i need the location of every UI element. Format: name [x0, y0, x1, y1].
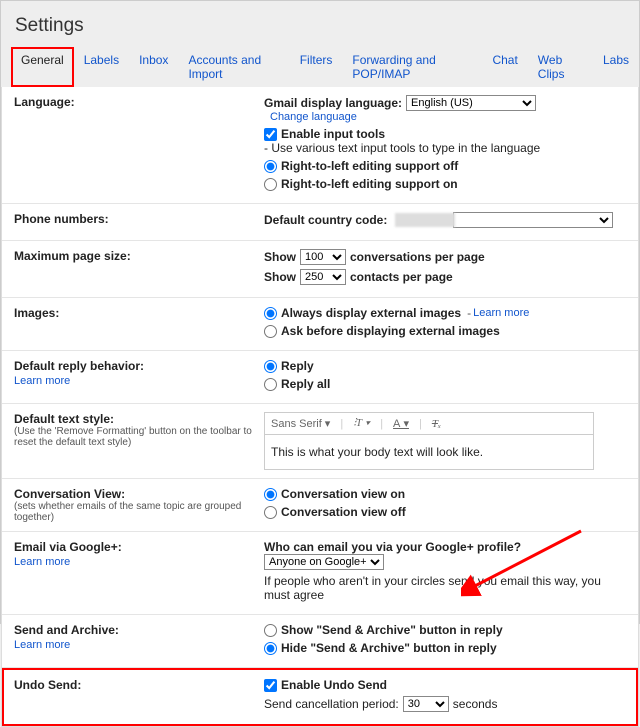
gplus-who-label: Who can email you via your Google+ profi… [264, 540, 521, 554]
tab-inbox[interactable]: Inbox [129, 47, 178, 87]
text-color-dropdown[interactable]: A ▾ [393, 417, 409, 430]
reply-radio[interactable] [264, 360, 277, 373]
gplus-who-select[interactable]: Anyone on Google+ [264, 554, 384, 570]
tab-accounts[interactable]: Accounts and Import [178, 47, 289, 87]
rtl-on-radio[interactable] [264, 178, 277, 191]
undo-enable-label: Enable Undo Send [281, 678, 387, 692]
reply-option-label: Reply [281, 359, 314, 373]
gplus-label: Email via Google+: [14, 540, 264, 554]
country-code-select[interactable] [453, 212, 613, 228]
conv-on-radio[interactable] [264, 488, 277, 501]
undo-period-select[interactable]: 30 [403, 696, 449, 712]
images-ask-label: Ask before displaying external images [281, 324, 500, 338]
conv-off-radio[interactable] [264, 506, 277, 519]
text-toolbar: Sans Serif ▾ | ⫶T ▾ | A ▾ | Tₓ [264, 412, 594, 435]
rtl-off-radio[interactable] [264, 160, 277, 173]
images-always-label: Always display external images [281, 306, 461, 320]
sendarchive-label: Send and Archive: [14, 623, 264, 637]
enable-input-tools-label: Enable input tools [281, 127, 385, 141]
replyall-radio[interactable] [264, 378, 277, 391]
country-code-blur [395, 213, 455, 227]
section-language: Language: Gmail display language: Englis… [2, 87, 638, 204]
undo-cancel-label: Send cancellation period: [264, 697, 399, 711]
section-sendarchive: Send and Archive: Learn more Show "Send … [2, 615, 638, 668]
conversations-suffix: conversations per page [350, 250, 485, 264]
remove-formatting-icon[interactable]: Tₓ [432, 418, 441, 430]
font-family-dropdown[interactable]: Sans Serif ▾ [271, 417, 330, 430]
tab-forwarding[interactable]: Forwarding and POP/IMAP [342, 47, 482, 87]
display-language-select[interactable]: English (US) [406, 95, 536, 111]
tab-filters[interactable]: Filters [290, 47, 343, 87]
phone-label: Phone numbers: [14, 212, 109, 226]
images-label: Images: [14, 306, 59, 320]
enable-input-tools-checkbox[interactable] [264, 128, 277, 141]
conversations-per-page-select[interactable]: 100 [300, 249, 346, 265]
sendarchive-show-label: Show "Send & Archive" button in reply [281, 623, 503, 637]
language-label: Language: [14, 95, 75, 109]
section-conversation: Conversation View: (sets whether emails … [2, 479, 638, 532]
conv-label: Conversation View: [14, 487, 264, 501]
tab-general[interactable]: General [11, 47, 74, 87]
sendarchive-learn-link[interactable]: Learn more [14, 639, 70, 651]
textstyle-sub: (Use the 'Remove Formatting' button on t… [14, 426, 264, 448]
reply-learn-more-link[interactable]: Learn more [14, 375, 70, 387]
contacts-per-page-select[interactable]: 250 [300, 269, 346, 285]
contacts-suffix: contacts per page [350, 270, 453, 284]
gplus-desc: If people who aren't in your circles sen… [264, 574, 626, 602]
images-always-radio[interactable] [264, 307, 277, 320]
tab-labels[interactable]: Labels [74, 47, 129, 87]
conv-on-label: Conversation view on [281, 487, 405, 501]
text-sample: This is what your body text will look li… [264, 435, 594, 470]
tab-webclips[interactable]: Web Clips [528, 47, 593, 87]
images-learn-more-link[interactable]: Learn more [473, 307, 529, 319]
show-label-2: Show [264, 270, 296, 284]
textstyle-label: Default text style: [14, 412, 264, 426]
change-language-link[interactable]: Change language [270, 111, 357, 123]
tab-chat[interactable]: Chat [482, 47, 527, 87]
section-undo-send: Undo Send: Enable Undo Send Send cancell… [2, 668, 638, 726]
sendarchive-show-radio[interactable] [264, 624, 277, 637]
conv-sub: (sets whether emails of the same topic a… [14, 501, 264, 523]
enable-input-tools-desc: - Use various text input tools to type i… [264, 141, 540, 155]
section-images: Images: Always display external images -… [2, 298, 638, 351]
sendarchive-hide-label: Hide "Send & Archive" button in reply [281, 641, 497, 655]
display-language-label: Gmail display language: [264, 96, 402, 110]
undo-suffix: seconds [453, 697, 498, 711]
sendarchive-hide-radio[interactable] [264, 642, 277, 655]
images-ask-radio[interactable] [264, 325, 277, 338]
replyall-option-label: Reply all [281, 377, 330, 391]
tabs: General Labels Inbox Accounts and Import… [1, 47, 639, 87]
section-gplus: Email via Google+: Learn more Who can em… [2, 532, 638, 615]
page-title: Settings [1, 1, 639, 47]
section-phone: Phone numbers: Default country code: [2, 204, 638, 241]
undo-enable-checkbox[interactable] [264, 679, 277, 692]
rtl-off-label: Right-to-left editing support off [281, 159, 458, 173]
section-textstyle: Default text style: (Use the 'Remove For… [2, 404, 638, 479]
pagesize-label: Maximum page size: [14, 249, 131, 263]
tab-labs[interactable]: Labs [593, 47, 639, 87]
section-reply: Default reply behavior: Learn more Reply… [2, 351, 638, 404]
font-size-dropdown[interactable]: ⫶T ▾ [353, 417, 370, 430]
conv-off-label: Conversation view off [281, 505, 406, 519]
section-pagesize: Maximum page size: Show 100 conversation… [2, 241, 638, 298]
gplus-learn-more-link[interactable]: Learn more [14, 556, 70, 568]
rtl-on-label: Right-to-left editing support on [281, 177, 458, 191]
undo-label: Undo Send: [14, 678, 81, 692]
show-label-1: Show [264, 250, 296, 264]
reply-label: Default reply behavior: [14, 359, 264, 373]
country-code-label: Default country code: [264, 213, 387, 227]
